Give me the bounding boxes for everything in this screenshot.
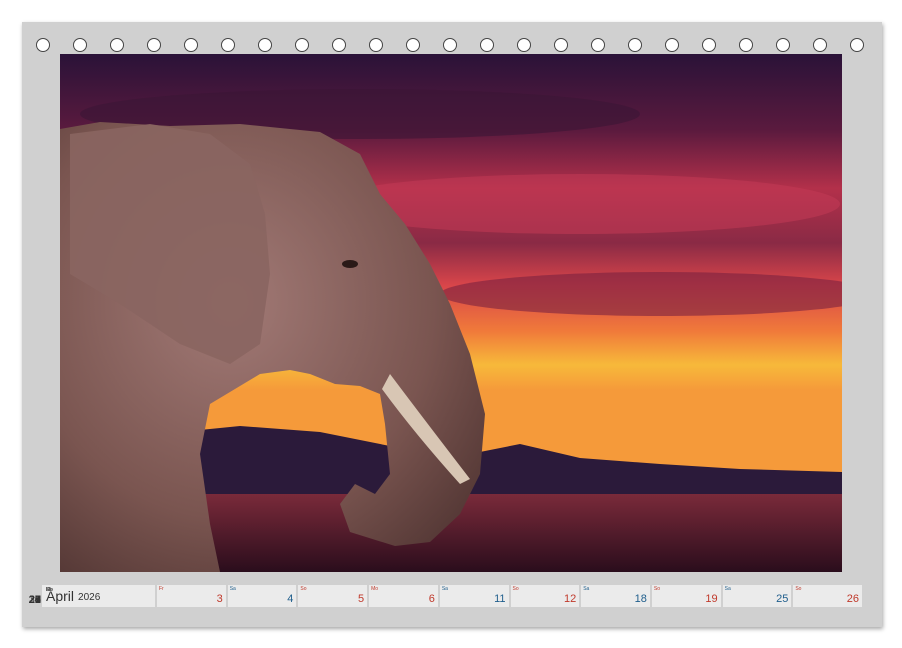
binding-hole — [813, 38, 827, 52]
day-cell: Fr 3 — [157, 585, 226, 607]
day-number: 26 — [846, 593, 860, 605]
binding-hole — [850, 38, 864, 52]
binding-hole — [332, 38, 346, 52]
day-number: 4 — [287, 593, 294, 605]
binding-hole — [73, 38, 87, 52]
binding-hole — [221, 38, 235, 52]
day-cell: Sa 25 — [722, 585, 792, 607]
binding-hole — [147, 38, 161, 52]
binding-hole — [739, 38, 753, 52]
binding-hole — [184, 38, 198, 52]
binding-hole — [406, 38, 420, 52]
binding-hole — [702, 38, 716, 52]
wall-calendar-page: April 2026 Mi 1 Do 2 Fr 3 Sa 4 So 5 Mo 6 Di 7 Mi 8 Do 9 Fr… — [22, 22, 882, 627]
day-number: 19 — [705, 593, 718, 605]
weekday-label: Sa — [229, 586, 236, 592]
calendar-date-strip: April 2026 Mi 1 Do 2 Fr 3 Sa 4 So 5 Mo 6 Di 7 Mi 8 Do 9 Fr… — [29, 585, 863, 607]
binding-hole — [258, 38, 272, 52]
binding-hole — [36, 38, 50, 52]
binding-hole — [554, 38, 568, 52]
day-number: 11 — [494, 593, 506, 605]
weekday-label: So — [300, 586, 307, 592]
binding-hole — [665, 38, 679, 52]
day-cell: Sa 11 — [439, 585, 509, 607]
day-number: 30 — [28, 594, 41, 606]
day-cell: So 5 — [298, 585, 368, 607]
day-number: 3 — [216, 593, 223, 605]
binding-hole — [628, 38, 642, 52]
day-cell: So 19 — [651, 585, 721, 607]
day-number: 25 — [776, 593, 789, 605]
weekday-label: Sa — [724, 586, 731, 592]
day-number: 6 — [428, 593, 435, 605]
weekday-label: So — [653, 586, 661, 592]
binding-hole — [443, 38, 457, 52]
day-number: 18 — [634, 593, 647, 605]
binding-hole — [517, 38, 531, 52]
elephant-sunset-photo — [60, 54, 842, 572]
day-cell: Mo 6 — [369, 585, 438, 607]
binding-hole — [369, 38, 383, 52]
binding-hole — [591, 38, 605, 52]
day-cell: So 12 — [510, 585, 580, 607]
weekday-label: So — [512, 586, 519, 592]
day-cell: Sa 18 — [581, 585, 650, 607]
weekday-label: Do — [46, 587, 53, 593]
weekday-label: So — [795, 586, 802, 592]
day-cell: So 26 — [793, 585, 863, 607]
weekday-label: Sa — [583, 586, 590, 592]
binding-hole — [295, 38, 309, 52]
day-number: 5 — [357, 593, 365, 605]
weekday-label: Sa — [441, 586, 448, 592]
binding-hole — [776, 38, 790, 52]
binding-hole — [110, 38, 124, 52]
month-year: 2026 — [78, 591, 101, 603]
day-cell: Sa 4 — [227, 585, 297, 607]
binding-hole — [480, 38, 494, 52]
month-label: April 2026 — [42, 585, 155, 607]
weekday-label: Fr — [159, 586, 164, 592]
day-number: 12 — [563, 593, 577, 605]
weekday-label: Mo — [371, 586, 379, 592]
